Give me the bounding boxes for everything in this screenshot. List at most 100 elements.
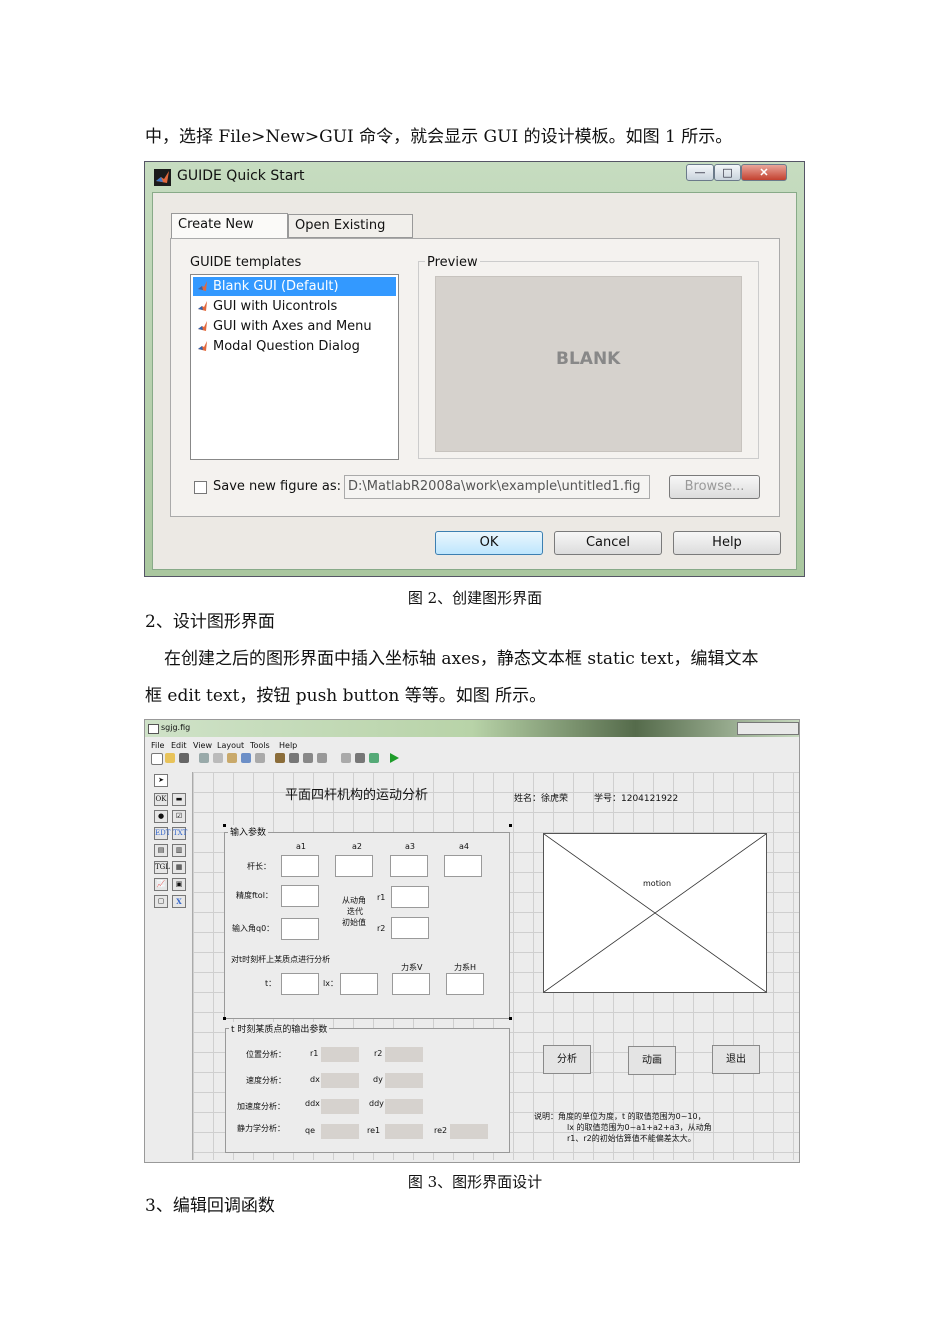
- list-item[interactable]: GUI with Uicontrols: [193, 297, 337, 316]
- precision-label: 精度ftol：: [236, 891, 273, 900]
- save-figure-checkbox[interactable]: [194, 481, 207, 494]
- window-control-buttons[interactable]: [737, 722, 799, 735]
- select-tool-icon[interactable]: ➤: [154, 774, 168, 787]
- list-item[interactable]: Modal Question Dialog: [193, 337, 360, 356]
- r2-field[interactable]: [391, 917, 429, 939]
- menu-layout[interactable]: Layout: [217, 741, 244, 750]
- lx-field[interactable]: [340, 973, 378, 995]
- popup-menu-icon[interactable]: ▤: [154, 844, 168, 857]
- minimize-button[interactable]: —: [686, 164, 714, 181]
- listbox-icon[interactable]: ▥: [172, 844, 186, 857]
- panel-icon[interactable]: ▣: [172, 878, 186, 891]
- static-text-icon[interactable]: TXT: [172, 827, 187, 840]
- t-field[interactable]: [281, 973, 319, 995]
- maximize-button[interactable]: □: [714, 164, 741, 181]
- rod-length-label: 杆长：: [247, 862, 271, 871]
- matlab-logo-icon: [198, 301, 207, 311]
- menu-tools[interactable]: Tools: [250, 741, 270, 750]
- toggle-button-icon[interactable]: TGL: [154, 861, 170, 874]
- acceleration-label: 加速度分析：: [237, 1102, 285, 1111]
- axes-placeholder-cross: [544, 834, 766, 992]
- save-path-field[interactable]: D:\MatlabR2008a\work\example\untitled1.f…: [344, 475, 650, 499]
- note-line-3: r1、r2的初始估算值不能偏差太大。: [567, 1134, 696, 1143]
- tab-open-existing-gui[interactable]: Open Existing GUI: [288, 214, 413, 255]
- out-label: dx: [310, 1075, 320, 1084]
- mfile-editor-icon[interactable]: [341, 753, 351, 763]
- lx-label: lx：: [323, 979, 338, 988]
- push-button-icon[interactable]: OK: [154, 793, 168, 806]
- activex-icon[interactable]: X: [172, 895, 186, 908]
- selection-handle: [509, 1017, 512, 1020]
- force-h-label: 力系H: [454, 963, 477, 972]
- button-group-icon[interactable]: ▢: [154, 895, 168, 908]
- menu-edit[interactable]: Edit: [171, 741, 187, 750]
- cancel-button[interactable]: Cancel: [554, 531, 662, 555]
- r1-label: r1: [377, 893, 386, 902]
- radio-button-icon[interactable]: ●: [154, 810, 168, 823]
- align-icon[interactable]: [275, 753, 285, 763]
- checkbox-icon[interactable]: ☑: [172, 810, 186, 823]
- a4-field[interactable]: [444, 855, 482, 877]
- browse-button[interactable]: Browse...: [669, 475, 760, 499]
- run-icon[interactable]: [389, 753, 399, 763]
- animate-button[interactable]: 动画: [628, 1046, 676, 1075]
- save-icon[interactable]: [179, 753, 189, 763]
- ok-button[interactable]: OK: [435, 531, 543, 555]
- menu-view[interactable]: View: [193, 741, 212, 750]
- close-button[interactable]: ✕: [741, 164, 787, 181]
- property-inspector-icon[interactable]: [355, 753, 365, 763]
- ddy-output: [385, 1099, 423, 1114]
- axes-icon[interactable]: 📈: [154, 878, 168, 891]
- paste-icon[interactable]: [227, 753, 237, 763]
- r1-field[interactable]: [391, 886, 429, 908]
- force-v-field[interactable]: [392, 973, 430, 995]
- menu-editor-icon[interactable]: [289, 753, 299, 763]
- q0-field[interactable]: [281, 918, 319, 940]
- edit-text-icon[interactable]: EDT: [154, 827, 170, 840]
- force-h-field[interactable]: [446, 973, 484, 995]
- input-angle-label: 输入角q0：: [232, 924, 275, 933]
- open-icon[interactable]: [165, 753, 175, 763]
- template-label: Modal Question Dialog: [213, 339, 360, 354]
- intro-line: 中，选择 File>New>GUI 命令，就会显示 GUI 的设计模板。如图 1…: [145, 127, 733, 147]
- panel-title: 输入参数: [228, 825, 269, 838]
- help-button[interactable]: Help: [673, 531, 781, 555]
- undo-icon[interactable]: [241, 753, 251, 763]
- new-icon[interactable]: [151, 753, 163, 765]
- window-client: Create New GUI Open Existing GUI GUIDE t…: [152, 192, 797, 570]
- r2-output: [385, 1047, 423, 1062]
- a2-field[interactable]: [335, 855, 373, 877]
- ftol-field[interactable]: [281, 885, 319, 907]
- preview-blank-text: BLANK: [556, 349, 621, 369]
- templates-label: GUIDE templates: [190, 255, 302, 270]
- redo-icon[interactable]: [255, 753, 265, 763]
- tab-create-new-gui[interactable]: Create New GUI: [171, 213, 288, 254]
- templates-list[interactable]: Blank GUI (Default) GUI with Uicontrols …: [190, 274, 399, 460]
- a3-field[interactable]: [390, 855, 428, 877]
- motion-axes[interactable]: motion: [543, 833, 767, 993]
- toolbar-editor-icon[interactable]: [317, 753, 327, 763]
- exit-button[interactable]: 退出: [712, 1045, 760, 1074]
- name-label: 姓名：徐虎荣: [514, 794, 569, 804]
- cut-icon[interactable]: [199, 753, 209, 763]
- table-icon[interactable]: ▦: [172, 861, 186, 874]
- iter-label-1: 从动角: [342, 896, 366, 905]
- design-canvas[interactable]: 平面四杆机构的运动分析 姓名：徐虎荣 学号：1204121922 输入参数 a1…: [192, 772, 799, 1160]
- matlab-logo-icon: [198, 281, 207, 291]
- input-parameters-panel[interactable]: 输入参数 a1 a2 a3 a4 杆长： 精度ftol： 从动角 迭代 初始值 …: [224, 825, 510, 1019]
- window-title: GUIDE Quick Start: [177, 168, 305, 184]
- object-browser-icon[interactable]: [369, 753, 379, 763]
- output-parameters-panel[interactable]: t 时刻某质点的输出参数 位置分析： r1 r2 速度分析： dx dy 加速度…: [225, 1022, 510, 1153]
- position-label: 位置分析：: [246, 1050, 286, 1059]
- list-item[interactable]: GUI with Axes and Menu: [193, 317, 372, 336]
- menu-help[interactable]: Help: [279, 741, 297, 750]
- gui-heading: 平面四杆机构的运动分析: [285, 788, 429, 803]
- slider-icon[interactable]: ▬: [172, 793, 186, 806]
- tab-order-icon[interactable]: [303, 753, 313, 763]
- menu-file[interactable]: File: [151, 741, 164, 750]
- copy-icon[interactable]: [213, 753, 223, 763]
- list-item[interactable]: Blank GUI (Default): [193, 277, 396, 296]
- a1-field[interactable]: [281, 855, 319, 877]
- analyze-button[interactable]: 分析: [543, 1045, 591, 1074]
- template-label: GUI with Uicontrols: [213, 299, 338, 314]
